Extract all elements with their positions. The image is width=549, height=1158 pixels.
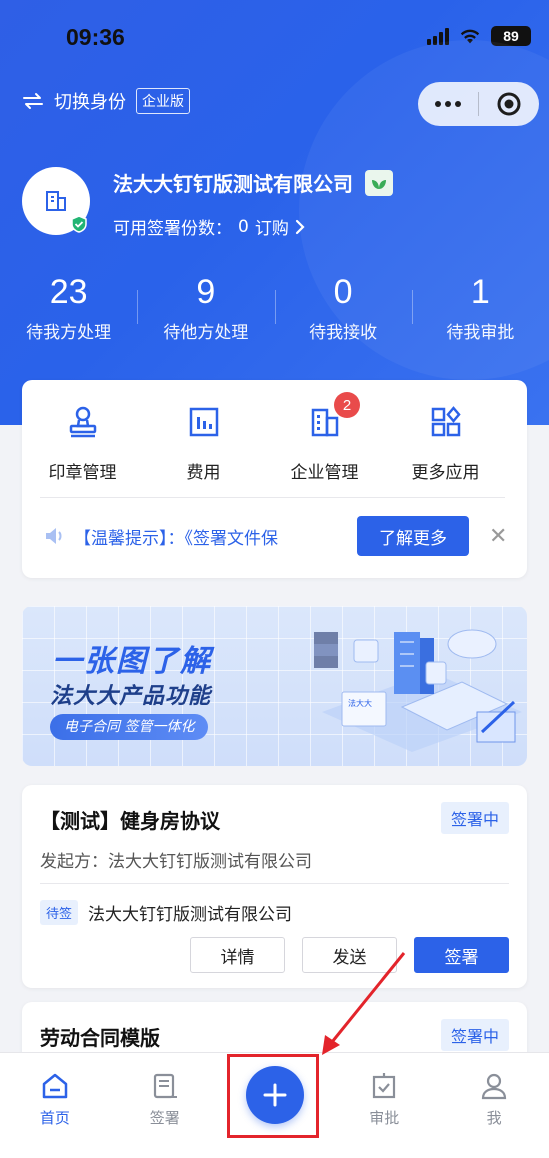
learn-more-button[interactable]: 了解更多 xyxy=(357,516,469,556)
app-enterprise-management[interactable]: 2 企业管理 xyxy=(264,392,385,483)
stat-label: 待我接收 xyxy=(309,323,378,343)
tab-label: 首页 xyxy=(39,1109,70,1127)
status-badge: 签署中 xyxy=(441,802,509,834)
banner-subtitle: 法大大产品功能 xyxy=(50,684,212,709)
stat-my-pending[interactable]: 23 待我方处理 xyxy=(0,268,137,343)
stat-value: 9 xyxy=(196,273,216,311)
document-card[interactable]: 【测试】健身房协议 签署中 发起方：法大大钉钉版测试有限公司 待签 法大大钉钉版… xyxy=(22,785,527,988)
document-title: 劳动合同模版 xyxy=(40,1026,160,1050)
stat-value: 23 xyxy=(49,273,88,311)
banner-pill: 电子合同 签管一体化 xyxy=(50,714,209,740)
verified-shield-icon xyxy=(71,215,87,233)
tab-sign[interactable]: 签署 xyxy=(110,1053,220,1158)
app-label: 更多应用 xyxy=(411,463,480,483)
sign-button[interactable]: 签署 xyxy=(414,937,509,973)
stat-value: 1 xyxy=(470,273,490,311)
app-more[interactable]: 更多应用 xyxy=(385,402,506,483)
chevron-right-icon[interactable] xyxy=(295,219,305,235)
stamp-icon xyxy=(63,402,103,442)
pending-party-row: 待签 法大大钉钉版测试有限公司 xyxy=(40,900,292,925)
stat-to-receive[interactable]: 0 待我接收 xyxy=(274,268,412,343)
initiator-row: 发起方：法大大钉钉版测试有限公司 xyxy=(40,847,312,872)
grid-apps-icon xyxy=(426,402,466,442)
app-label: 费用 xyxy=(186,463,221,483)
tab-me[interactable]: 我 xyxy=(439,1053,549,1158)
platform-illustration: 法大大 xyxy=(314,629,522,752)
user-icon xyxy=(481,1073,507,1100)
company-name-row: 法大大钉钉版测试有限公司 xyxy=(113,168,393,197)
notification-badge: 2 xyxy=(334,392,360,418)
more-options-icon[interactable] xyxy=(418,101,478,107)
hero-header: 09:36 89 切换身份 企业版 法大大钉钉版测试有限公司 可用签署份数： 0… xyxy=(0,0,549,425)
stat-label: 待我方处理 xyxy=(26,323,112,343)
stat-label: 待我审批 xyxy=(446,323,515,343)
speaker-icon xyxy=(46,528,62,544)
app-label: 企业管理 xyxy=(290,463,359,483)
document-title: 【测试】健身房协议 xyxy=(40,809,220,833)
bill-icon xyxy=(184,402,224,442)
banner-title: 一张图了解 xyxy=(52,644,212,679)
stat-other-pending[interactable]: 9 待他方处理 xyxy=(137,268,274,343)
tab-approval[interactable]: 审批 xyxy=(329,1053,439,1158)
app-label: 印章管理 xyxy=(48,463,117,483)
card-divider xyxy=(40,497,505,498)
stat-label: 待他方处理 xyxy=(163,323,249,343)
send-button[interactable]: 发送 xyxy=(302,937,397,973)
stat-to-approve[interactable]: 1 待我审批 xyxy=(411,268,549,343)
stat-value: 0 xyxy=(333,273,353,311)
building-icon xyxy=(46,191,66,211)
product-banner[interactable]: 一张图了解 法大大产品功能 电子合同 签管一体化 法大大 xyxy=(22,606,527,766)
certified-leaf-icon xyxy=(365,169,393,196)
status-icons: 89 xyxy=(427,26,531,46)
capsule-divider xyxy=(478,92,479,116)
approval-icon xyxy=(373,1073,396,1099)
device-logo-text: 法大大 xyxy=(348,698,372,708)
document-sign-icon xyxy=(153,1073,177,1099)
quota-value: 0 xyxy=(238,216,249,237)
tab-home[interactable]: 首页 xyxy=(0,1053,110,1158)
edition-tag: 企业版 xyxy=(136,88,190,114)
document-actions: 详情 发送 签署 xyxy=(190,937,509,973)
pending-party-name: 法大大钉钉版测试有限公司 xyxy=(88,905,293,925)
quota-label: 可用签署份数： xyxy=(113,219,232,239)
cellular-signal-icon xyxy=(427,27,449,45)
switch-identity-label: 切换身份 xyxy=(54,92,126,113)
wifi-icon xyxy=(460,29,480,44)
details-button[interactable]: 详情 xyxy=(190,937,285,973)
tab-label: 签署 xyxy=(149,1109,180,1127)
notice-bar: 【温馨提示】：《签署文件保 了解更多 ✕ xyxy=(44,516,509,556)
miniapp-capsule xyxy=(418,82,539,126)
app-fees[interactable]: 费用 xyxy=(143,402,264,483)
quota-row: 可用签署份数： 0 订购 xyxy=(113,214,305,239)
company-avatar[interactable] xyxy=(22,167,90,235)
switch-identity-button[interactable]: 切换身份 企业版 xyxy=(22,88,190,114)
company-name: 法大大钉钉版测试有限公司 xyxy=(113,172,353,196)
home-icon xyxy=(42,1073,68,1099)
initiator-label: 发起方： xyxy=(40,852,108,872)
order-link[interactable]: 订购 xyxy=(255,214,289,239)
tab-label: 审批 xyxy=(369,1109,400,1127)
pending-tag: 待签 xyxy=(40,900,79,925)
close-miniapp-icon[interactable] xyxy=(479,91,539,117)
highlight-box xyxy=(227,1054,319,1138)
battery-indicator: 89 xyxy=(491,26,531,46)
card-divider xyxy=(40,883,509,884)
quick-apps-card: 印章管理 费用 2 企业管理 更多应用 【温馨提示】：《签署文件保 了解更多 ✕ xyxy=(22,380,527,578)
stats-row: 23 待我方处理 9 待他方处理 0 待我接收 1 待我审批 xyxy=(0,268,549,343)
status-time: 09:36 xyxy=(66,24,125,50)
close-notice-icon[interactable]: ✕ xyxy=(489,524,507,549)
switch-arrows-icon xyxy=(23,93,43,109)
notice-text[interactable]: 【温馨提示】：《签署文件保 xyxy=(74,524,349,549)
status-badge: 签署中 xyxy=(441,1019,509,1051)
tab-label: 我 xyxy=(486,1109,502,1127)
app-seal-management[interactable]: 印章管理 xyxy=(22,402,143,483)
initiator-name: 法大大钉钉版测试有限公司 xyxy=(108,852,312,872)
